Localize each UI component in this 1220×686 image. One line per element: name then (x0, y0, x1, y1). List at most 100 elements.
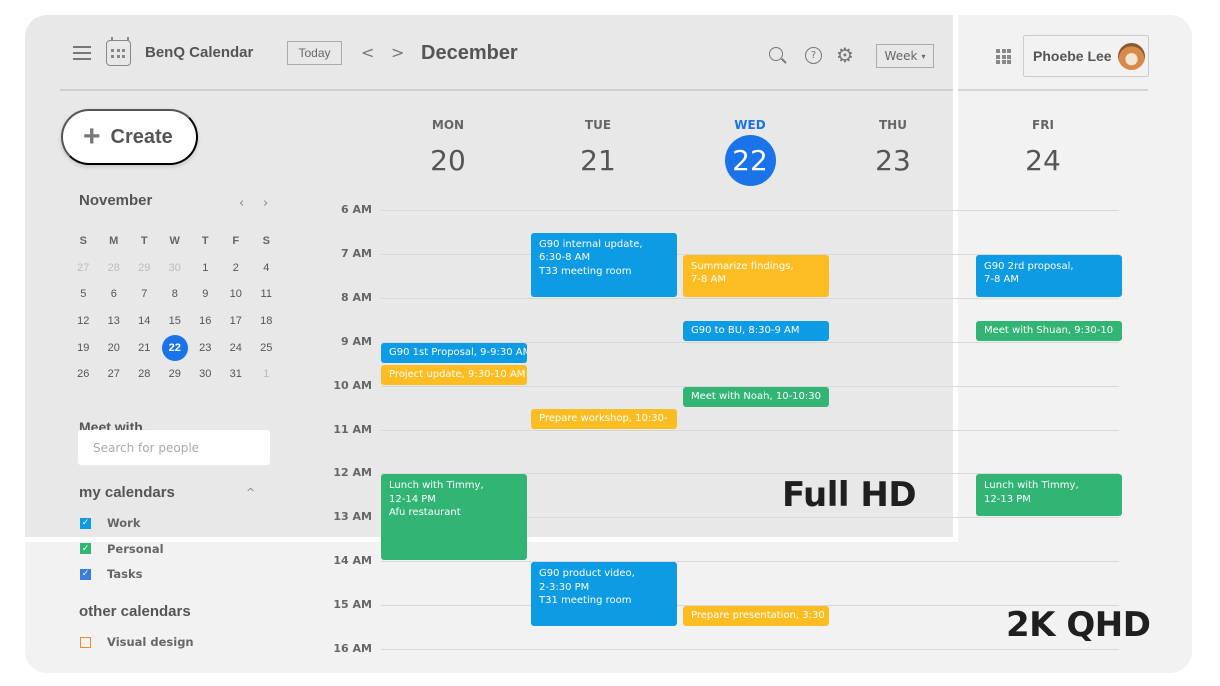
mini-calendar-day[interactable]: 30 (190, 361, 221, 388)
mini-calendar-day[interactable]: 29 (160, 361, 191, 388)
checkbox-unchecked-icon[interactable] (80, 636, 91, 648)
mini-calendar-day[interactable]: 23 (190, 334, 221, 361)
mini-calendar-day-number: 21 (138, 341, 151, 354)
day-header-mon[interactable]: MON 20 (398, 118, 498, 182)
mini-calendar-day-number: 30 (168, 261, 181, 274)
help-icon[interactable]: ? (805, 47, 822, 64)
mini-calendar-day[interactable]: 25 (251, 334, 282, 361)
mini-calendar-day[interactable]: 15 (160, 308, 191, 335)
mini-calendar-day[interactable]: 5 (68, 281, 99, 308)
calendar-event[interactable]: G90 2rd proposal, 7-8 AM (976, 254, 1122, 297)
day-name: MON (431, 118, 465, 132)
app-title: BenQ Calendar (145, 44, 254, 61)
calendar-event[interactable]: Lunch with Timmy, 12-13 PM (976, 474, 1122, 517)
calendar-event[interactable]: Prepare presentation, 3:30 (683, 606, 829, 627)
calendar-event[interactable]: G90 1st Proposal, 9-9:30 AM (381, 342, 527, 363)
mini-calendar-day-number: 29 (168, 368, 181, 381)
mini-calendar-day[interactable]: 4 (251, 255, 282, 282)
mini-calendar-day-number: 30 (199, 368, 212, 381)
calendar-event[interactable]: Meet with Shuan, 9:30-10 (976, 320, 1122, 341)
hour-gridline (381, 210, 1119, 211)
checkbox-checked-icon[interactable]: ✓ (80, 517, 91, 529)
mini-calendar-day[interactable]: 29 (129, 255, 160, 282)
mini-calendar-next-button[interactable]: › (263, 196, 268, 211)
mini-calendar-day[interactable]: 20 (99, 334, 130, 361)
calendar-event[interactable]: Prepare workshop, 10:30- (531, 408, 677, 429)
mini-calendar-day[interactable]: 17 (221, 308, 252, 335)
mini-calendar-day-number: 31 (229, 368, 242, 381)
checkbox-checked-icon[interactable]: ✓ (80, 568, 91, 580)
caret-down-icon: ▾ (921, 51, 926, 61)
hour-label: 10 AM (333, 378, 372, 392)
mini-calendar-day-number: 12 (77, 315, 90, 328)
hour-label: 7 AM (341, 246, 372, 260)
day-header-tue[interactable]: TUE 21 (548, 118, 648, 182)
gear-icon[interactable]: ⚙ (836, 43, 854, 67)
mini-calendar-day[interactable]: 28 (99, 255, 130, 282)
mini-calendar-day[interactable]: 11 (251, 281, 282, 308)
day-number-value: 22 (724, 134, 776, 186)
menu-icon[interactable] (73, 46, 91, 60)
mini-calendar-day[interactable]: 27 (99, 361, 130, 388)
mini-calendar-day-number: 16 (199, 315, 212, 328)
mini-calendar-day[interactable]: 8 (160, 281, 191, 308)
mini-calendar-day[interactable]: 28 (129, 361, 160, 388)
mini-calendar-prev-button[interactable]: ‹ (239, 196, 244, 211)
mini-calendar-day[interactable]: 26 (68, 361, 99, 388)
mini-calendar-day[interactable]: 1 (190, 255, 221, 282)
mini-calendar-day-selected[interactable]: 22 (160, 334, 191, 361)
hour-gridline (381, 297, 1119, 299)
mini-calendar-day[interactable]: 1 (251, 361, 282, 388)
calendar-event[interactable]: Lunch with Timmy, 12-14 PM Afu restauran… (381, 474, 527, 561)
mini-calendar-day[interactable]: 6 (99, 281, 130, 308)
calendar-event[interactable]: Meet with Noah, 10-10:30 (683, 386, 829, 407)
mini-calendar-day[interactable]: 27 (68, 255, 99, 282)
mini-calendar-day[interactable]: 30 (160, 255, 191, 282)
calendar-item-personal[interactable]: ✓ Personal (80, 542, 164, 556)
mini-calendar-day[interactable]: 7 (129, 281, 160, 308)
mini-calendar-day[interactable]: 21 (129, 334, 160, 361)
mini-calendar-day[interactable]: 10 (221, 281, 252, 308)
mini-calendar-day-number: 14 (138, 315, 151, 328)
calendar-event[interactable]: Project update, 9:30-10 AM (381, 364, 527, 385)
mini-calendar-day[interactable]: 9 (190, 281, 221, 308)
day-name: FRI (1032, 118, 1054, 132)
checkbox-checked-icon[interactable]: ✓ (80, 543, 91, 554)
search-people-input[interactable] (78, 430, 270, 465)
create-button[interactable]: + Create (61, 109, 198, 165)
chevron-up-icon[interactable]: ^ (246, 486, 255, 499)
mini-calendar-day[interactable]: 16 (190, 308, 221, 335)
day-header-wed[interactable]: WED 22 (700, 118, 800, 186)
next-week-button[interactable]: > (391, 43, 404, 62)
mini-calendar-day[interactable]: 31 (221, 361, 252, 388)
today-button[interactable]: Today (287, 41, 342, 65)
calendar-item-visual-design[interactable]: Visual design (80, 635, 194, 649)
day-header-thu[interactable]: THU 23 (843, 118, 943, 182)
search-icon[interactable] (769, 47, 783, 61)
day-header-fri[interactable]: FRI 24 (993, 118, 1093, 182)
mini-calendar-day[interactable]: 13 (99, 308, 130, 335)
calendar-logo-icon (106, 37, 131, 66)
calendar-item-tasks[interactable]: ✓ Tasks (80, 567, 142, 581)
mini-calendar-day-number: 25 (260, 341, 273, 354)
apps-grid-icon[interactable] (996, 49, 1011, 64)
mini-calendar-day-number: 19 (77, 341, 90, 354)
calendar-event[interactable]: G90 product video, 2-3:30 PM T31 meeting… (531, 562, 677, 627)
view-selector[interactable]: Week ▾ (876, 44, 934, 68)
calendar-event[interactable]: G90 internal update, 6:30-8 AM T33 meeti… (531, 232, 677, 297)
mini-calendar-day[interactable]: 19 (68, 334, 99, 361)
avatar (1117, 42, 1145, 70)
mini-calendar-day[interactable]: 24 (221, 334, 252, 361)
prev-week-button[interactable]: < (361, 43, 374, 62)
user-account-button[interactable]: Phoebe Lee (1023, 35, 1149, 77)
hour-label: 14 AM (333, 554, 372, 568)
mini-calendar-day[interactable]: 14 (129, 308, 160, 335)
mini-calendar-day[interactable]: 12 (68, 308, 99, 335)
calendar-event[interactable]: Summarize findings, 7-8 AM (683, 254, 829, 297)
calendar-item-work[interactable]: ✓ Work (80, 516, 141, 530)
mini-calendar-day[interactable]: 18 (251, 308, 282, 335)
qhd-label: 2K QHD (1006, 605, 1151, 645)
mini-calendar-day[interactable]: 2 (221, 255, 252, 282)
mini-calendar-day-number: 17 (229, 315, 242, 328)
calendar-event[interactable]: G90 to BU, 8:30-9 AM (683, 320, 829, 341)
